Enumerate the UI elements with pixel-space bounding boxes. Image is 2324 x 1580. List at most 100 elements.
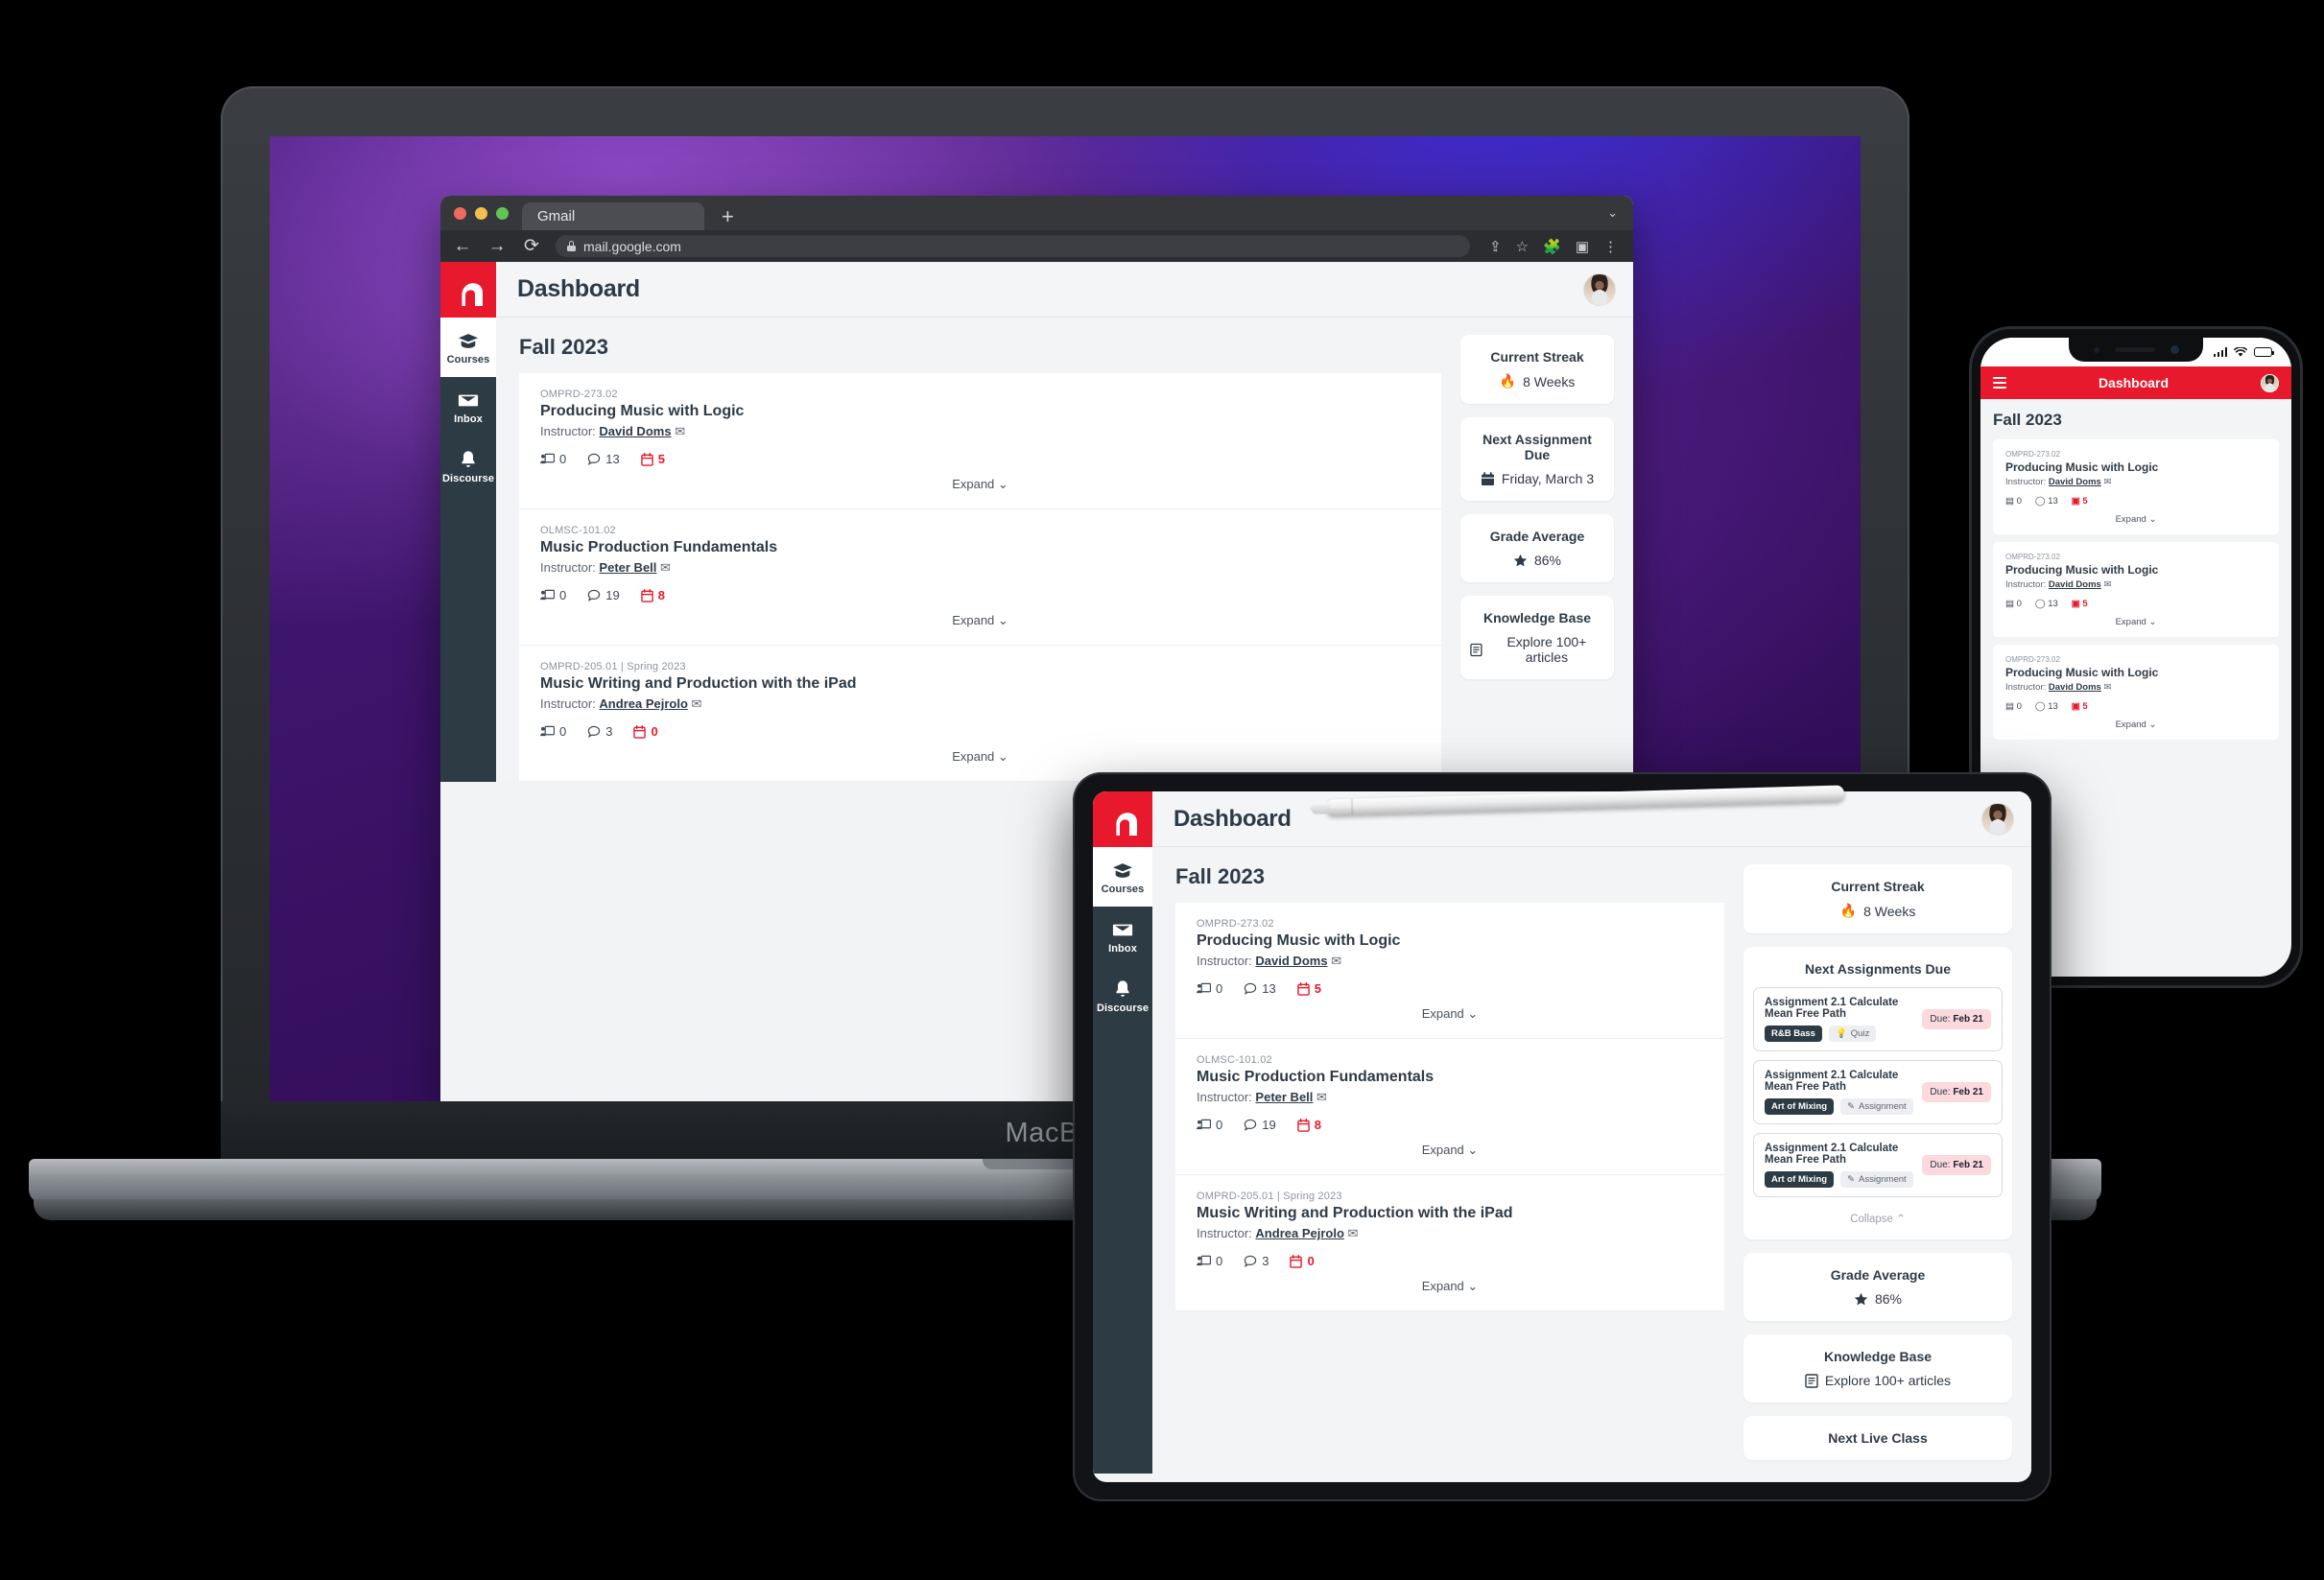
hamburger-menu-icon[interactable] bbox=[1993, 377, 2006, 389]
discussions-stat[interactable]: 3 bbox=[1244, 1254, 1269, 1268]
minimize-window-button[interactable] bbox=[475, 206, 487, 220]
mail-instructor-icon[interactable]: ✉ bbox=[1331, 954, 1341, 968]
mail-instructor-icon[interactable]: ✉ bbox=[692, 696, 702, 711]
expand-course-button[interactable]: Expand ⌄ bbox=[540, 602, 1420, 637]
expand-course-button[interactable]: Expand ⌄ bbox=[540, 466, 1420, 501]
due-stat[interactable]: 0 bbox=[633, 724, 658, 739]
due-stat[interactable]: 8 bbox=[1296, 1118, 1321, 1132]
instructor-link[interactable]: David Doms bbox=[2049, 682, 2101, 693]
due-stat[interactable]: 8 bbox=[640, 588, 665, 602]
grade-average-widget[interactable]: Grade Average 86% bbox=[1460, 514, 1614, 582]
avatar[interactable] bbox=[2261, 373, 2279, 392]
due-stat[interactable]: 5 bbox=[1296, 981, 1321, 996]
assignment-row[interactable]: Assignment 2.1 Calculate Mean Free Path … bbox=[1753, 987, 2003, 1051]
mail-instructor-icon[interactable]: ✉ bbox=[1316, 1090, 1327, 1104]
announcements-stat[interactable]: ▤ 0 bbox=[2005, 496, 2022, 507]
sidebar-item-discourse[interactable]: Discourse bbox=[1093, 966, 1152, 1026]
instructor-link[interactable]: Andrea Pejrolo bbox=[1255, 1226, 1343, 1240]
due-stat[interactable]: 5 bbox=[640, 452, 665, 466]
discussions-stat[interactable]: 13 bbox=[1244, 981, 1276, 996]
discussions-stat[interactable]: ◯ 13 bbox=[2035, 496, 2058, 507]
course-card[interactable]: OMPRD-273.02 Producing Music with Logic … bbox=[519, 373, 1441, 509]
next-assignment-due-widget[interactable]: Next Assignment Due Friday, March 3 bbox=[1460, 417, 1614, 501]
instructor-link[interactable]: Andrea Pejrolo bbox=[599, 696, 687, 711]
discussions-stat[interactable]: 19 bbox=[1244, 1118, 1276, 1132]
avatar[interactable] bbox=[1583, 272, 1616, 306]
discussions-stat[interactable]: ◯ 13 bbox=[2035, 599, 2058, 609]
forward-arrow-icon[interactable]: → bbox=[486, 236, 508, 257]
course-card[interactable]: OMPRD-273.02 Producing Music with Logic … bbox=[1993, 645, 2279, 740]
due-stat[interactable]: ▣ 5 bbox=[2072, 496, 2088, 507]
mail-instructor-icon[interactable]: ✉ bbox=[675, 424, 685, 438]
star-icon[interactable]: ☆ bbox=[1516, 238, 1529, 255]
instructor-link[interactable]: David Doms bbox=[2049, 579, 2101, 590]
due-stat[interactable]: ▣ 5 bbox=[2072, 701, 2088, 712]
maximize-window-button[interactable] bbox=[496, 206, 509, 220]
course-card[interactable]: OMPRD-273.02 Producing Music with Logic … bbox=[1175, 903, 1724, 1039]
three-dot-menu-icon[interactable]: ⋮ bbox=[1603, 238, 1618, 255]
assignment-row[interactable]: Assignment 2.1 Calculate Mean Free Path … bbox=[1753, 1060, 2003, 1124]
announcements-stat[interactable]: 0 bbox=[540, 452, 566, 466]
knowledge-base-widget[interactable]: Knowledge Base Explore 100+ articles bbox=[1743, 1334, 2012, 1403]
course-card[interactable]: OLMSC-101.02 Music Production Fundamenta… bbox=[1175, 1039, 1724, 1175]
mail-instructor-icon[interactable]: ✉ bbox=[2103, 682, 2111, 693]
berklee-h-logo[interactable] bbox=[1093, 791, 1152, 847]
course-card[interactable]: OMPRD-205.01 | Spring 2023 Music Writing… bbox=[1175, 1175, 1724, 1311]
assignment-row[interactable]: Assignment 2.1 Calculate Mean Free Path … bbox=[1753, 1133, 2003, 1197]
announcements-stat[interactable]: 0 bbox=[540, 588, 566, 602]
course-card[interactable]: OMPRD-205.01 | Spring 2023 Music Writing… bbox=[519, 646, 1441, 782]
avatar[interactable] bbox=[1981, 802, 2014, 836]
instructor-link[interactable]: David Doms bbox=[2049, 477, 2101, 487]
discussions-stat[interactable]: 13 bbox=[587, 452, 620, 466]
sidebar-item-discourse[interactable]: Discourse bbox=[440, 436, 496, 496]
expand-course-button[interactable]: Expand ⌄ bbox=[540, 739, 1420, 773]
new-tab-button[interactable]: + bbox=[704, 202, 751, 230]
grade-average-widget[interactable]: Grade Average 86% bbox=[1743, 1253, 2012, 1321]
announcements-stat[interactable]: 0 bbox=[1197, 981, 1222, 996]
puzzle-icon[interactable]: 🧩 bbox=[1543, 238, 1561, 255]
discussions-stat[interactable]: ◯ 13 bbox=[2035, 701, 2058, 712]
announcements-stat[interactable]: 0 bbox=[1197, 1118, 1222, 1132]
instructor-link[interactable]: Peter Bell bbox=[1255, 1090, 1313, 1104]
mail-instructor-icon[interactable]: ✉ bbox=[2103, 477, 2111, 487]
collapse-assignments-button[interactable]: Collapse ⌃ bbox=[1753, 1206, 2003, 1225]
instructor-link[interactable]: David Doms bbox=[1255, 954, 1327, 968]
discussions-stat[interactable]: 19 bbox=[587, 588, 620, 602]
berklee-h-logo[interactable] bbox=[440, 261, 496, 318]
discussions-stat[interactable]: 3 bbox=[587, 724, 612, 739]
sidebar-item-courses[interactable]: Courses bbox=[1093, 847, 1152, 907]
expand-course-button[interactable]: Expand ⌄ bbox=[2005, 507, 2266, 529]
course-card[interactable]: OMPRD-273.02 Producing Music with Logic … bbox=[1993, 439, 2279, 534]
reload-icon[interactable]: ⟳ bbox=[521, 235, 542, 257]
announcements-stat[interactable]: ▤ 0 bbox=[2005, 701, 2022, 712]
expand-course-button[interactable]: Expand ⌄ bbox=[1197, 996, 1703, 1030]
knowledge-base-widget[interactable]: Knowledge Base Explore 100+ articles bbox=[1460, 596, 1614, 679]
due-stat[interactable]: 0 bbox=[1290, 1254, 1315, 1268]
sidebar-item-inbox[interactable]: Inbox bbox=[440, 377, 496, 436]
announcements-stat[interactable]: ▤ 0 bbox=[2005, 599, 2022, 609]
url-input[interactable]: mail.google.com bbox=[556, 235, 1471, 257]
expand-course-button[interactable]: Expand ⌄ bbox=[2005, 609, 2266, 631]
current-streak-widget[interactable]: Current Streak 🔥 8 Weeks bbox=[1743, 864, 2012, 933]
sidebar-item-inbox[interactable]: Inbox bbox=[1093, 907, 1152, 966]
instructor-link[interactable]: Peter Bell bbox=[599, 560, 656, 575]
due-stat[interactable]: ▣ 5 bbox=[2072, 599, 2088, 609]
close-window-button[interactable] bbox=[454, 206, 466, 220]
mail-instructor-icon[interactable]: ✉ bbox=[660, 560, 671, 575]
next-live-class-widget[interactable]: Next Live Class bbox=[1743, 1416, 2012, 1460]
announcements-stat[interactable]: 0 bbox=[1197, 1254, 1222, 1268]
expand-course-button[interactable]: Expand ⌄ bbox=[2005, 712, 2266, 734]
course-card[interactable]: OLMSC-101.02 Music Production Fundamenta… bbox=[519, 509, 1441, 646]
sidebar-item-courses[interactable]: Courses bbox=[440, 318, 496, 377]
mail-instructor-icon[interactable]: ✉ bbox=[2103, 579, 2111, 590]
current-streak-widget[interactable]: Current Streak 🔥 8 Weeks bbox=[1460, 335, 1614, 404]
browser-tab[interactable]: Gmail bbox=[522, 202, 704, 230]
mail-instructor-icon[interactable]: ✉ bbox=[1348, 1226, 1359, 1240]
instructor-link[interactable]: David Doms bbox=[599, 424, 671, 438]
expand-course-button[interactable]: Expand ⌄ bbox=[1197, 1132, 1703, 1167]
announcements-stat[interactable]: 0 bbox=[540, 724, 566, 739]
expand-course-button[interactable]: Expand ⌄ bbox=[1197, 1268, 1703, 1303]
share-icon[interactable]: ⇪ bbox=[1489, 238, 1502, 255]
back-arrow-icon[interactable]: ← bbox=[452, 236, 473, 257]
side-panel-icon[interactable]: ▣ bbox=[1576, 238, 1589, 255]
